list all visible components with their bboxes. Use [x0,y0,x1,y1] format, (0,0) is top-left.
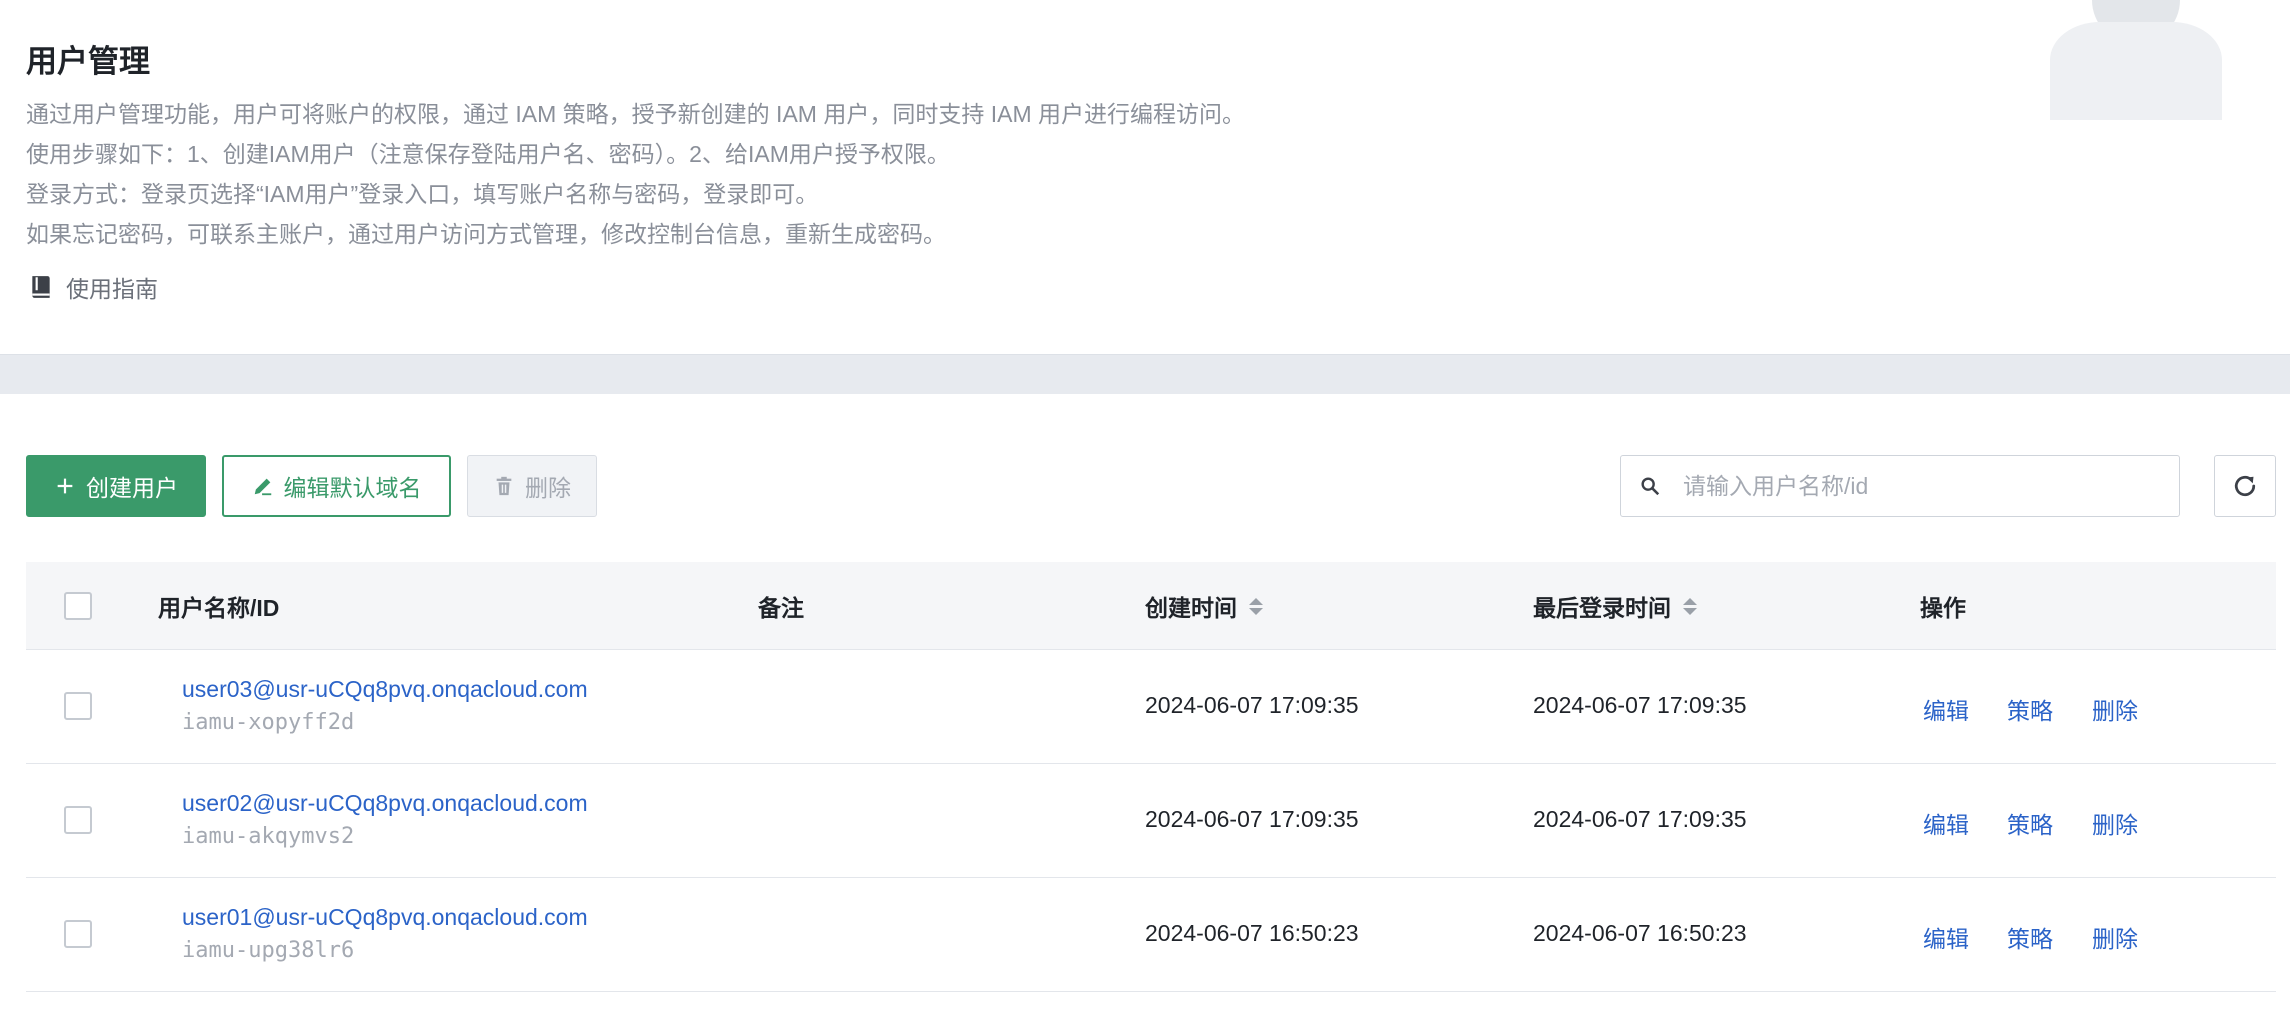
plus-icon [57,478,73,494]
usage-guide-link[interactable]: 使用指南 [28,270,158,304]
column-header-actions: 操作 [1920,595,1966,621]
row-checkbox[interactable] [64,692,92,720]
delete-button[interactable]: 删除 [467,455,597,517]
delete-action[interactable]: 删除 [2092,692,2138,726]
last-login-time: 2024-06-07 16:50:23 [1533,920,1747,946]
sort-icon [1249,597,1263,615]
search-icon [1641,477,1660,496]
search-box [1620,455,2180,517]
created-time: 2024-06-07 17:09:35 [1145,806,1359,832]
description-line-3: 登录方式：登录页选择“IAM用户”登录入口，填写账户名称与密码，登录即可。 [26,181,819,207]
search-input[interactable] [1683,472,2143,500]
description-line-2: 使用步骤如下：1、创建IAM用户（注意保存登陆用户名、密码）。2、给IAM用户授… [26,141,950,167]
user-illustration-icon [2050,0,2222,120]
column-header-created[interactable]: 创建时间 [1145,562,1263,650]
create-user-button[interactable]: 创建用户 [26,455,206,517]
pencil-icon [254,478,271,496]
user-name-link[interactable]: user02@usr-uCQq8pvq.onqacloud.com [182,790,588,817]
policy-action[interactable]: 策略 [2007,692,2053,726]
refresh-button[interactable] [2214,455,2276,517]
description-line-1: 通过用户管理功能，用户可将账户的权限，通过 IAM 策略，授予新创建的 IAM … [26,101,1246,127]
user-id: iamu-akqymvs2 [182,824,355,849]
last-login-time: 2024-06-07 17:09:35 [1533,806,1747,832]
row-checkbox[interactable] [64,806,92,834]
column-header-remark: 备注 [758,595,804,621]
last-login-time: 2024-06-07 17:09:35 [1533,692,1747,718]
row-checkbox[interactable] [64,920,92,948]
edit-default-domain-label: 编辑默认域名 [283,475,422,501]
create-user-label: 创建用户 [86,475,178,501]
edit-action[interactable]: 编辑 [1923,806,1969,840]
page-title: 用户管理 [26,44,150,79]
header-panel: 用户管理 通过用户管理功能，用户可将账户的权限，通过 IAM 策略，授予新创建的… [0,0,2290,354]
table-row: user03@usr-uCQq8pvq.onqacloud.com iamu-x… [26,650,2276,764]
created-time: 2024-06-07 16:50:23 [1145,920,1359,946]
edit-default-domain-button[interactable]: 编辑默认域名 [222,455,451,517]
table-row: user01@usr-uCQq8pvq.onqacloud.com iamu-u… [26,878,2276,992]
refresh-icon [2234,475,2256,497]
user-id: iamu-upg38lr6 [182,938,355,963]
column-header-last-login-label: 最后登录时间 [1533,595,1671,621]
policy-action[interactable]: 策略 [2007,806,2053,840]
edit-action[interactable]: 编辑 [1923,920,1969,954]
column-header-name: 用户名称/ID [158,595,280,621]
user-name-link[interactable]: user03@usr-uCQq8pvq.onqacloud.com [182,676,588,703]
trash-icon [496,476,512,496]
delete-label: 删除 [525,475,571,501]
edit-action[interactable]: 编辑 [1923,692,1969,726]
select-all-checkbox[interactable] [64,592,92,620]
user-id: iamu-xopyff2d [182,710,355,735]
policy-action[interactable]: 策略 [2007,920,2053,954]
section-divider [0,354,2290,394]
created-time: 2024-06-07 17:09:35 [1145,692,1359,718]
column-header-last-login[interactable]: 最后登录时间 [1533,562,1697,650]
delete-action[interactable]: 删除 [2092,806,2138,840]
book-icon [32,276,50,298]
column-header-created-label: 创建时间 [1145,595,1237,621]
user-name-link[interactable]: user01@usr-uCQq8pvq.onqacloud.com [182,904,588,931]
users-table: 用户名称/ID 备注 创建时间 最后登录时间 操作 user03@usr-uCQ… [26,562,2276,992]
description-line-4: 如果忘记密码，可联系主账户，通过用户访问方式管理，修改控制台信息，重新生成密码。 [26,221,946,247]
table-row: user02@usr-uCQq8pvq.onqacloud.com iamu-a… [26,764,2276,878]
delete-action[interactable]: 删除 [2092,920,2138,954]
sort-icon [1683,597,1697,615]
table-header: 用户名称/ID 备注 创建时间 最后登录时间 操作 [26,562,2276,650]
usage-guide-label: 使用指南 [66,276,158,302]
toolbar: 创建用户 编辑默认域名 删除 [0,455,2290,517]
